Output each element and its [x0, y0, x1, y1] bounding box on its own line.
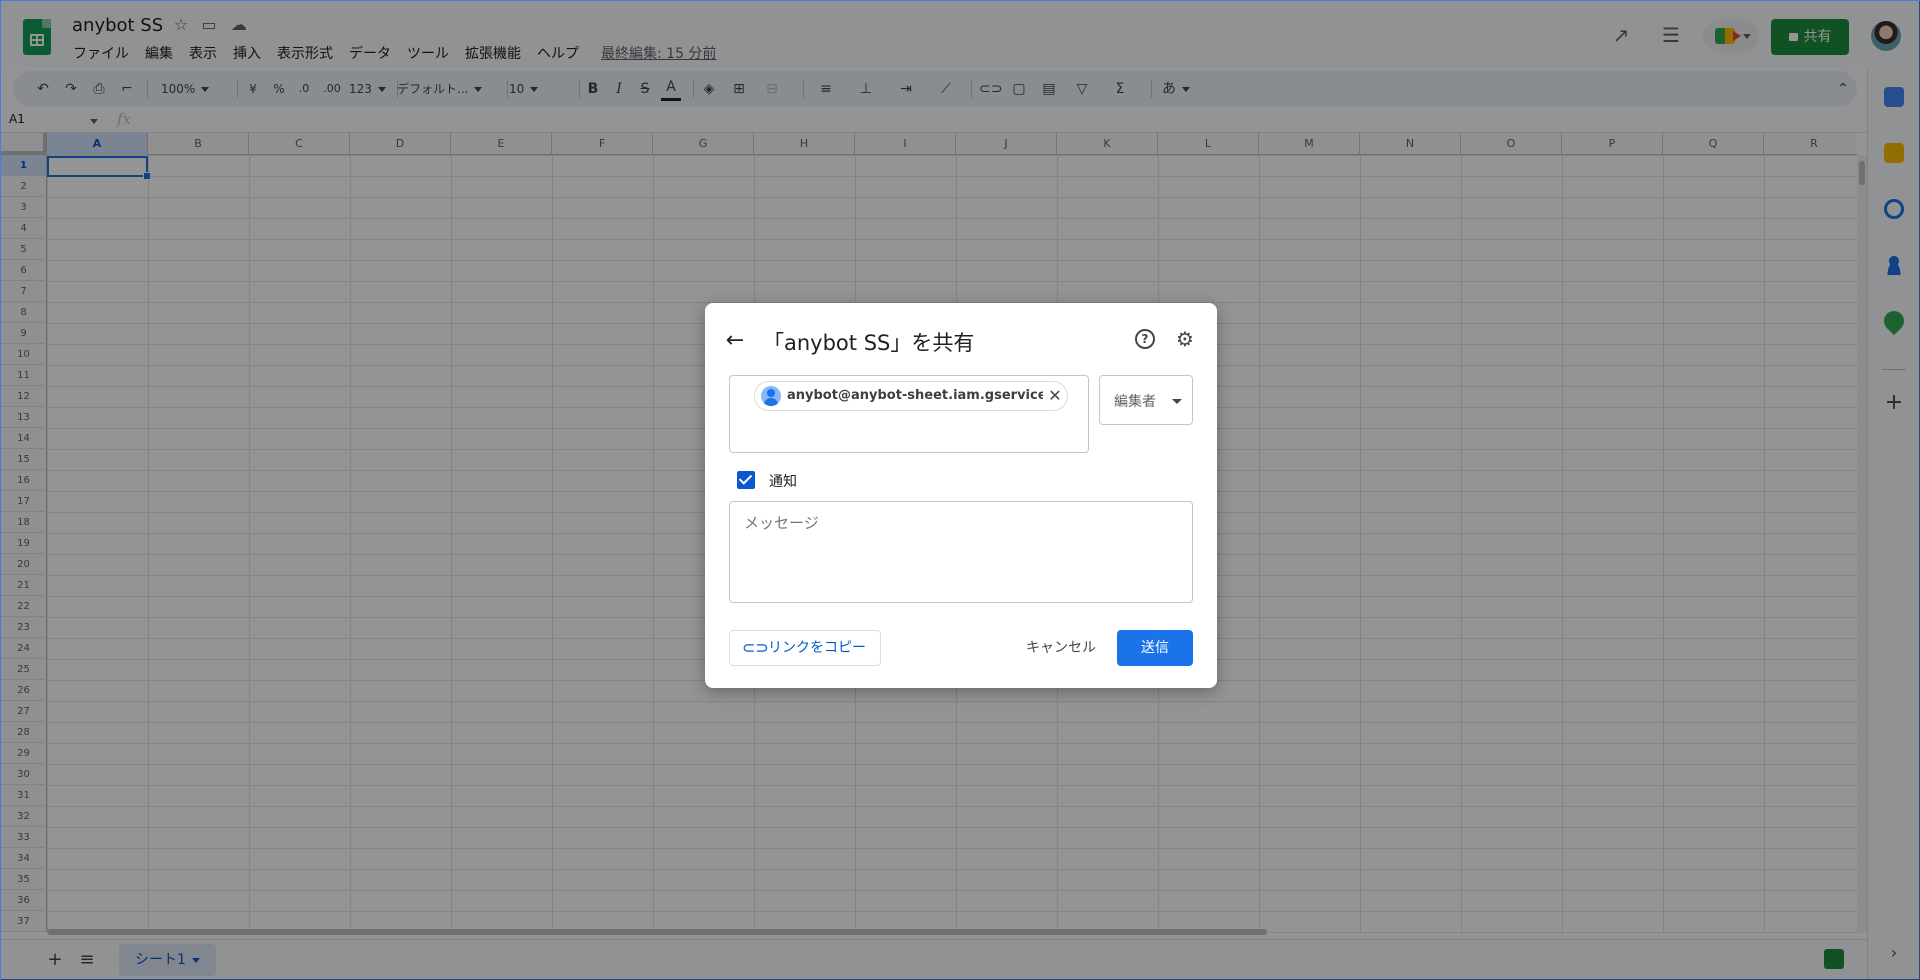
recipients-input[interactable]: anybot@anybot-sheet.iam.gserviceac... ✕	[729, 375, 1089, 453]
recipient-chip[interactable]: anybot@anybot-sheet.iam.gserviceac... ✕	[754, 381, 1068, 411]
notify-label: 通知	[769, 474, 797, 490]
role-value: 編集者	[1114, 394, 1156, 410]
chevron-down-icon	[1172, 399, 1182, 404]
dialog-title: 「anybot SS」を共有	[763, 331, 975, 355]
role-select[interactable]: 編集者	[1099, 375, 1193, 425]
copy-link-button[interactable]: ⊂⊃ リンクをコピー	[729, 630, 881, 666]
send-button[interactable]: 送信	[1117, 630, 1193, 666]
link-icon: ⊂⊃	[742, 638, 769, 657]
recipient-email: anybot@anybot-sheet.iam.gserviceac...	[787, 388, 1043, 403]
close-icon[interactable]: ✕	[1045, 385, 1065, 407]
back-arrow-icon[interactable]: ←	[721, 327, 749, 355]
notify-checkbox[interactable]	[737, 471, 755, 489]
copy-link-label: リンクをコピー	[768, 640, 866, 656]
share-dialog: ← 「anybot SS」を共有 ? ⚙ anybot@anybot-sheet…	[705, 303, 1217, 688]
help-icon[interactable]: ?	[1135, 329, 1155, 349]
cancel-button[interactable]: キャンセル	[1021, 630, 1101, 666]
person-avatar-icon	[761, 386, 781, 406]
message-field[interactable]	[729, 501, 1193, 603]
gear-icon[interactable]: ⚙	[1173, 327, 1197, 351]
